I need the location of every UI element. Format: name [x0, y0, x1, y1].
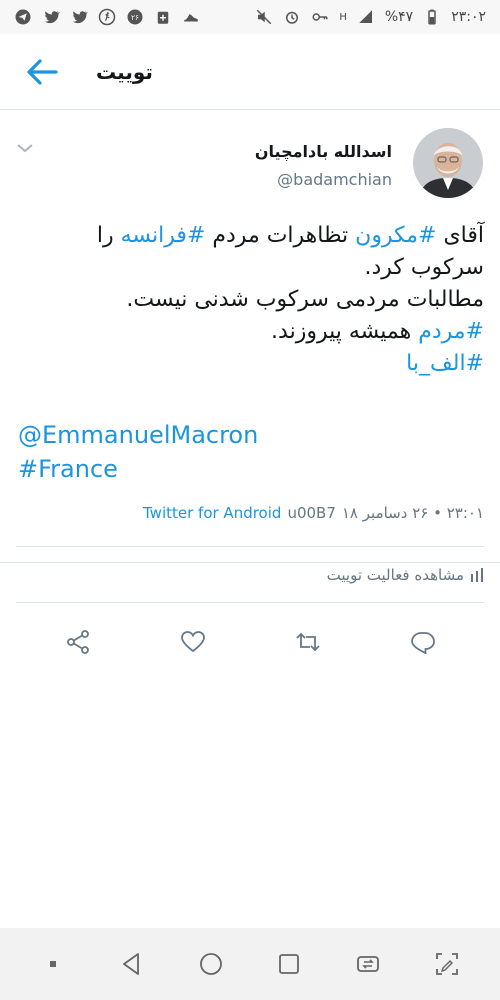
status-bar-system: H %۴۷ ۲۳:۰۲: [255, 8, 486, 26]
chevron-down-icon: [17, 144, 33, 153]
battery-percent: %۴۷: [384, 9, 414, 25]
twitter-icon: [42, 8, 60, 26]
bar-chart-icon: [471, 568, 483, 582]
circle-home-icon: [199, 953, 222, 975]
tweet-text: آقای #مکرون تظاهرات مردم #فرانسه را سرکو…: [14, 220, 484, 380]
back-button[interactable]: [22, 54, 62, 90]
hashtag-link[interactable]: #France: [18, 455, 118, 483]
retweet-button[interactable]: [288, 622, 328, 662]
reply-icon: [410, 632, 435, 655]
reply-button[interactable]: [403, 622, 443, 662]
square-recents-icon: [279, 954, 300, 974]
tweet-menu-button[interactable]: [14, 140, 36, 156]
arrow-left-icon: [27, 59, 58, 85]
shoe-icon: [182, 8, 200, 26]
nav-screenshot-button[interactable]: [427, 944, 467, 984]
signal-icon: [357, 8, 375, 26]
retweet-icon: [295, 632, 320, 652]
status-bar-notifications: ۲۶: [14, 8, 200, 26]
like-button[interactable]: [173, 622, 213, 662]
mention-link[interactable]: @EmmanuelMacron: [18, 421, 258, 449]
activity-label: مشاهده فعالیت توییت: [326, 566, 464, 584]
divider: [0, 562, 500, 563]
share-icon: [66, 630, 89, 654]
tweet-line: مطالبات مردمی سرکوب شدنی نیست.: [126, 287, 484, 312]
hashtag-link[interactable]: #مردم: [418, 319, 484, 344]
nav-menu-button[interactable]: [33, 944, 73, 984]
tweet-text-segment: آقای: [436, 223, 484, 248]
user-handle[interactable]: @badamchian: [277, 170, 392, 189]
tweet-line: #مردم همیشه پیروزند.: [14, 316, 484, 348]
nav-back-button[interactable]: [112, 944, 152, 984]
tweet-line: سرکوب کرد.: [364, 255, 484, 280]
mute-icon: [255, 8, 273, 26]
badge-icon: ۲۶: [126, 8, 144, 26]
status-time: ۲۳:۰۲: [451, 9, 486, 25]
dot-icon: [50, 961, 57, 967]
triangle-back-icon: [123, 953, 139, 975]
display-name[interactable]: اسدالله بادامچیان: [255, 142, 392, 161]
nav-home-button[interactable]: [191, 944, 231, 984]
avatar[interactable]: [413, 128, 483, 198]
tweet-activity-link[interactable]: مشاهده فعالیت توییت: [327, 566, 484, 584]
tweet-source[interactable]: Twitter for Android: [143, 504, 281, 522]
app-switch-icon: [357, 956, 379, 972]
hashtag-link[interactable]: #فرانسه: [121, 223, 206, 248]
tweet-text-segment: تظاهرات مردم: [205, 223, 356, 248]
tweet-meta: Twitter for Android u00B7 ۲۳:۰۱ • ۲۶ دسا…: [143, 504, 484, 522]
tweet-line: #الف_با: [14, 348, 484, 380]
system-navigation-bar: [0, 928, 500, 1000]
page-title: توییت: [96, 60, 153, 84]
key-icon: [311, 8, 329, 26]
share-button[interactable]: [58, 622, 98, 662]
divider: [16, 546, 484, 547]
divider: [16, 602, 484, 603]
alarm-icon: [283, 8, 301, 26]
nav-switch-app-button[interactable]: [348, 944, 388, 984]
tweet-text-segment: را: [96, 223, 121, 248]
like-icon: [180, 631, 205, 653]
status-bar: ۲۶ H %۴۷ ۲۳:۰۲: [0, 0, 500, 34]
hashtag-link[interactable]: #الف_با: [406, 351, 484, 376]
svg-text:۲۶: ۲۶: [131, 13, 139, 22]
nav-recents-button[interactable]: [269, 944, 309, 984]
tweet-timestamp: ۲۳:۰۱ • ۲۶ دسامبر ۱۸: [341, 504, 484, 522]
tweet-text-segment: همیشه پیروزند.: [271, 319, 419, 344]
network-type: H: [339, 11, 347, 23]
telegram-icon: [14, 8, 32, 26]
tweet-actions: [0, 610, 500, 674]
twitter-icon: [70, 8, 88, 26]
tweet-links: @EmmanuelMacron #France: [18, 418, 258, 486]
screenshot-edit-icon: [435, 953, 458, 975]
runner-icon: [98, 8, 116, 26]
medical-icon: [154, 8, 172, 26]
tweet-line: آقای #مکرون تظاهرات مردم #فرانسه را: [14, 220, 484, 252]
meta-separator: u00B7: [287, 504, 336, 522]
hashtag-link[interactable]: #مکرون: [355, 223, 436, 248]
battery-icon: [423, 8, 441, 26]
app-header: توییت: [0, 34, 500, 110]
